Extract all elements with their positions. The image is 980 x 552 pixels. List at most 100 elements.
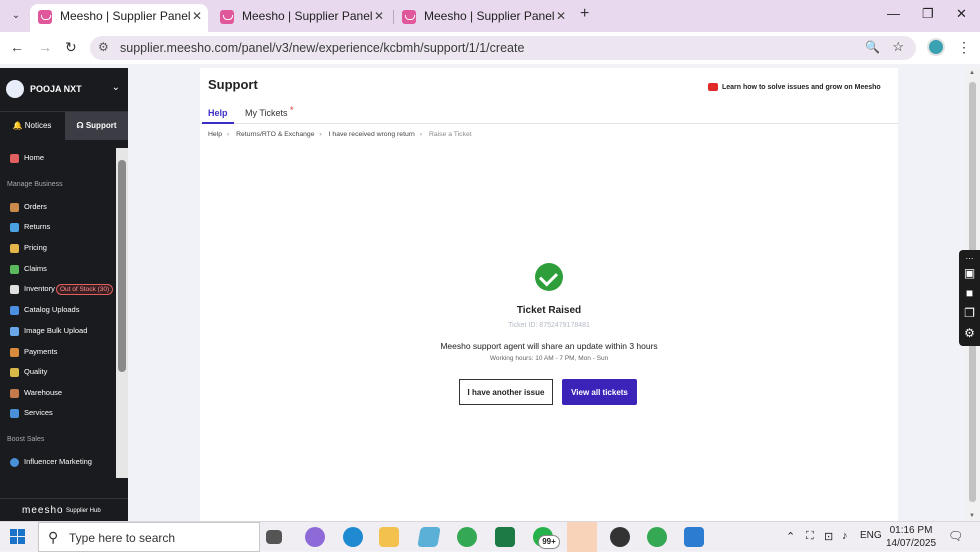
sidebar-item-warehouse[interactable]: Warehouse — [0, 383, 116, 403]
clock-date: 14/07/2025 — [885, 538, 937, 549]
quality-icon — [10, 368, 19, 377]
clock[interactable]: 01:16 PM 14/07/2025 — [884, 524, 938, 550]
restore-icon[interactable]: ❐ — [922, 6, 934, 22]
profile-avatar[interactable] — [927, 38, 945, 56]
notification-count-badge: 99+ — [538, 535, 560, 549]
sidebar-item-returns[interactable]: Returns — [0, 217, 116, 237]
sidebar-item-orders[interactable]: Orders — [0, 197, 116, 217]
snipping-tool-icon[interactable] — [567, 522, 597, 552]
tab-support[interactable]: ☊ Support — [65, 112, 128, 140]
sidebar-item-home[interactable]: Home — [0, 148, 116, 168]
sidebar-item-inventory[interactable]: Inventory Out of Stock (30) — [0, 279, 116, 299]
camera-icon[interactable]: ▣ — [962, 266, 977, 280]
address-bar[interactable]: ⚙ supplier.meesho.com/panel/v3/new/exper… — [90, 36, 916, 60]
breadcrumb-returns[interactable]: Returns/RTO & Exchange — [236, 131, 314, 138]
back-icon[interactable]: ← — [10, 39, 24, 55]
inventory-icon — [10, 285, 19, 294]
sidebar-item-influencer-marketing[interactable]: Influencer Marketing — [0, 452, 116, 472]
tray-overflow-icon[interactable]: ⌃ — [786, 530, 795, 543]
meesho-favicon-icon — [220, 10, 234, 24]
tab-my-tickets[interactable]: My Tickets * — [245, 105, 294, 118]
language-indicator[interactable]: ENG — [860, 530, 882, 541]
copilot-icon[interactable] — [305, 527, 325, 547]
main-content: Support Learn how to solve issues and gr… — [200, 68, 898, 521]
section-heading: Manage Business — [7, 181, 63, 188]
account-switcher[interactable]: POOJA NXT ⌄ — [0, 68, 128, 112]
sidebar-item-quality[interactable]: Quality — [0, 362, 116, 382]
taskbar-search[interactable]: ⚲ Type here to search — [38, 522, 260, 552]
site-settings-icon[interactable]: ⚙ — [98, 40, 109, 54]
video-icon[interactable]: ■ — [962, 286, 977, 300]
more-icon[interactable]: ⋯ — [962, 252, 977, 266]
minimize-icon[interactable]: — — [887, 6, 900, 21]
forward-icon[interactable]: → — [38, 39, 52, 55]
chrome-icon-2[interactable] — [647, 527, 667, 547]
browser-tab-strip: ⌄ Meesho | Supplier Panel ✕ Meesho | Sup… — [0, 0, 980, 32]
file-explorer-icon[interactable] — [379, 527, 399, 547]
tab-title: Meesho | Supplier Panel — [424, 9, 555, 23]
close-tab-icon[interactable]: ✕ — [556, 4, 566, 28]
close-tab-icon[interactable]: ✕ — [192, 4, 202, 28]
url-text[interactable]: supplier.meesho.com/panel/v3/new/experie… — [120, 41, 524, 55]
sidebar-scroll-thumb[interactable] — [118, 160, 126, 372]
sidebar-item-claims[interactable]: Claims — [0, 259, 116, 279]
warehouse-icon — [10, 389, 19, 398]
search-placeholder: Type here to search — [69, 531, 176, 545]
task-view-icon[interactable] — [266, 530, 282, 544]
bookmark-star-icon[interactable]: ☆ — [892, 39, 904, 55]
sidebar-item-catalog-uploads[interactable]: Catalog Uploads — [0, 300, 116, 320]
another-issue-button[interactable]: I have another issue — [459, 379, 553, 405]
chrome-icon[interactable] — [457, 527, 477, 547]
new-tab-icon[interactable]: + — [580, 5, 589, 23]
sidebar-top-tabs: 🔔 Notices ☊ Support — [0, 112, 128, 140]
influencer-icon — [10, 458, 19, 467]
windows-taskbar: ⚲ Type here to search 99+ ⌃ ⛶ ⊡ ♪ ENG 01… — [0, 521, 980, 552]
ticket-raised-title: Ticket Raised — [516, 305, 582, 316]
account-logo — [6, 80, 24, 98]
browser-tab-3[interactable]: Meesho | Supplier Panel ✕ — [394, 4, 572, 32]
scroll-down-icon[interactable]: ▼ — [969, 513, 975, 519]
excel-icon[interactable] — [495, 527, 515, 547]
view-all-tickets-button[interactable]: View all tickets — [562, 379, 637, 405]
account-name: POOJA NXT — [30, 84, 82, 94]
close-window-icon[interactable]: ✕ — [956, 6, 967, 22]
tab-help[interactable]: Help — [202, 108, 233, 124]
network-icon[interactable]: ⊡ — [824, 530, 833, 543]
sidebar-item-payments[interactable]: Payments — [0, 342, 116, 362]
sidebar-item-pricing[interactable]: Pricing — [0, 238, 116, 258]
app-icon[interactable] — [610, 527, 630, 547]
browser-tab-2[interactable]: Meesho | Supplier Panel ✕ — [212, 4, 390, 32]
tab-notices[interactable]: 🔔 Notices — [0, 112, 64, 140]
reload-icon[interactable]: ↻ — [65, 39, 77, 56]
volume-icon[interactable]: ♪ — [842, 530, 848, 542]
browser-menu-icon[interactable]: ⋮ — [957, 39, 971, 56]
breadcrumb-wrong-return[interactable]: I have received wrong return — [329, 131, 415, 138]
windows-start-icon[interactable] — [10, 529, 26, 545]
zoom-icon[interactable]: 🔍 — [865, 40, 880, 54]
settings-gear-icon[interactable]: ⚙ — [962, 326, 977, 340]
sidebar-item-image-bulk-upload[interactable]: Image Bulk Upload — [0, 321, 116, 341]
breadcrumb-help[interactable]: Help — [208, 131, 222, 138]
tab-search-chevron-icon[interactable]: ⌄ — [8, 8, 24, 24]
payments-icon — [10, 348, 19, 357]
chevron-down-icon[interactable]: ⌄ — [112, 82, 120, 93]
supplier-hub-label: Supplier Hub — [66, 508, 101, 514]
home-icon — [10, 154, 19, 163]
meet-icon[interactable]: ⛶ — [806, 530, 814, 543]
edge-icon[interactable] — [343, 527, 363, 547]
close-tab-icon[interactable]: ✕ — [374, 4, 384, 28]
section-heading: Boost Sales — [7, 436, 45, 443]
photos-icon[interactable] — [684, 527, 704, 547]
meesho-favicon-icon — [38, 10, 52, 24]
notepad-icon[interactable] — [417, 527, 441, 547]
sidebar-item-services[interactable]: Services — [0, 403, 116, 423]
window-icon[interactable]: ❐ — [962, 306, 977, 320]
working-hours: Working hours: 10 AM - 7 PM, Mon - Sun — [489, 355, 609, 362]
orders-icon — [10, 203, 19, 212]
browser-tab-1[interactable]: Meesho | Supplier Panel ✕ — [30, 4, 208, 32]
support-tabs: Help My Tickets * — [200, 104, 898, 124]
floating-toolbar: ⋯ ▣ ■ ❐ ⚙ — [959, 250, 980, 346]
scroll-up-icon[interactable]: ▲ — [969, 70, 975, 76]
learn-link[interactable]: Learn how to solve issues and grow on Me… — [708, 84, 881, 91]
notification-center-icon[interactable]: 🗨 — [948, 529, 963, 543]
